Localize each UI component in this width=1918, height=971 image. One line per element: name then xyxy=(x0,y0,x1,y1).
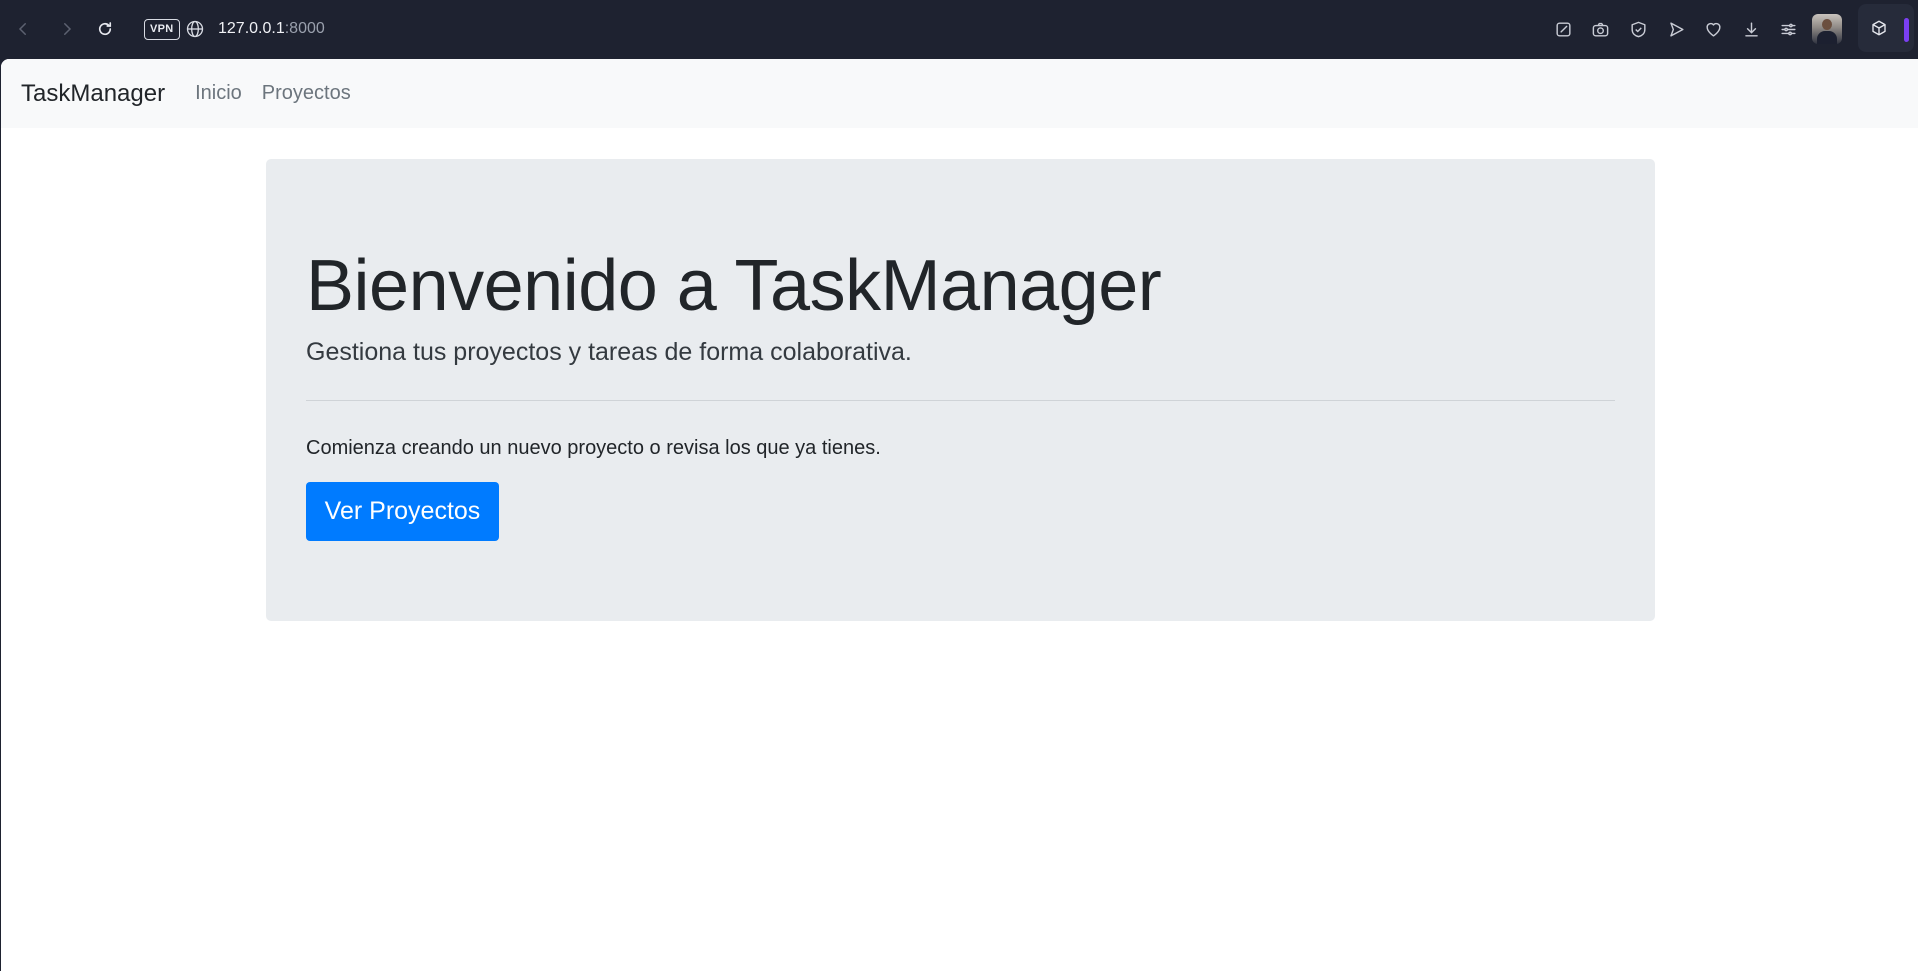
nav-link-proyectos[interactable]: Proyectos xyxy=(262,82,351,105)
snapshot-edit-icon[interactable] xyxy=(1551,17,1575,41)
reload-icon[interactable] xyxy=(90,14,120,44)
vpn-badge[interactable]: VPN xyxy=(144,19,180,40)
nav-link-inicio[interactable]: Inicio xyxy=(195,82,242,105)
camera-icon[interactable] xyxy=(1588,17,1612,41)
heart-icon[interactable] xyxy=(1701,17,1725,41)
view-projects-button[interactable]: Ver Proyectos xyxy=(306,482,499,541)
download-icon[interactable] xyxy=(1739,17,1763,41)
site-navbar: TaskManager Inicio Proyectos xyxy=(1,59,1918,128)
back-icon[interactable] xyxy=(8,14,38,44)
extension-cube-icon xyxy=(1872,20,1886,36)
hero-text: Comienza creando un nuevo proyecto o rev… xyxy=(306,437,881,459)
shield-icon[interactable] xyxy=(1626,17,1650,41)
globe-icon xyxy=(185,19,205,39)
extensions-panel[interactable] xyxy=(1858,4,1914,52)
browser-toolbar: VPN 127.0.0.1:8000 xyxy=(0,0,1918,58)
hero-title: Bienvenido a TaskManager xyxy=(306,246,1162,326)
send-icon[interactable] xyxy=(1664,17,1688,41)
settings-icon[interactable] xyxy=(1776,17,1800,41)
avatar-torso xyxy=(1817,31,1837,44)
url-host: 127.0.0.1 xyxy=(218,20,285,37)
profile-avatar[interactable] xyxy=(1812,14,1842,44)
address-bar[interactable]: 127.0.0.1:8000 xyxy=(218,18,325,40)
hero-divider xyxy=(306,400,1615,401)
page-viewport: TaskManager Inicio Proyectos Bienvenido … xyxy=(1,59,1918,971)
sidebar-accent xyxy=(1904,18,1909,42)
forward-icon[interactable] xyxy=(52,14,82,44)
url-port: :8000 xyxy=(284,20,325,37)
avatar-head xyxy=(1822,19,1832,30)
navbar-brand[interactable]: TaskManager xyxy=(21,80,165,108)
hero-jumbotron: Bienvenido a TaskManager Gestiona tus pr… xyxy=(266,159,1655,621)
hero-lead: Gestiona tus proyectos y tareas de forma… xyxy=(306,338,912,366)
